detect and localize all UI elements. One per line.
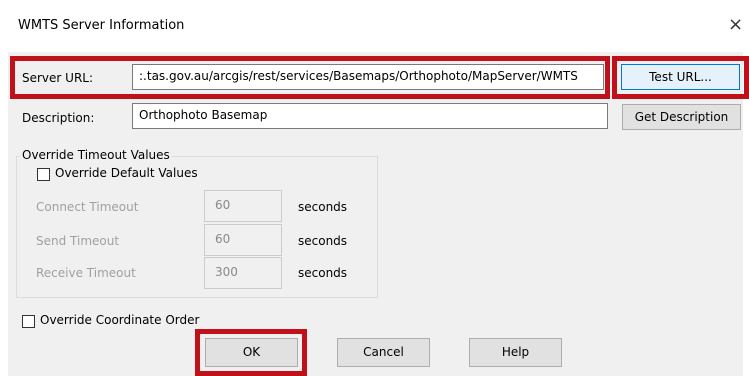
cancel-button[interactable]: Cancel <box>337 338 430 367</box>
send-timeout-input[interactable]: 60 <box>204 224 282 256</box>
send-timeout-label: Send Timeout <box>36 234 120 248</box>
override-default-label: Override Default Values <box>55 166 198 180</box>
test-url-button[interactable]: Test URL... <box>621 64 740 90</box>
description-input[interactable]: Orthophoto Basemap <box>132 103 608 129</box>
help-button[interactable]: Help <box>469 338 562 367</box>
server-url-label: Server URL: <box>22 71 94 85</box>
close-icon[interactable]: × <box>728 14 743 35</box>
get-description-button[interactable]: Get Description <box>622 104 741 130</box>
override-default-checkbox[interactable] <box>37 168 50 181</box>
timeout-group-title: Override Timeout Values <box>20 148 172 162</box>
receive-timeout-unit: seconds <box>298 266 348 280</box>
wmts-server-dialog: WMTS Server Information × Server URL: :.… <box>0 0 749 376</box>
coordinate-order-checkbox[interactable] <box>22 315 35 328</box>
connect-timeout-label: Connect Timeout <box>36 200 139 214</box>
receive-timeout-label: Receive Timeout <box>36 266 136 280</box>
send-timeout-unit: seconds <box>298 234 348 248</box>
receive-timeout-input[interactable]: 300 <box>204 257 282 289</box>
server-url-input[interactable]: :.tas.gov.au/arcgis/rest/services/Basema… <box>132 64 604 90</box>
description-label: Description: <box>22 111 95 125</box>
coordinate-order-label: Override Coordinate Order <box>40 313 200 327</box>
dialog-title: WMTS Server Information <box>18 18 185 33</box>
connect-timeout-unit: seconds <box>298 200 348 214</box>
connect-timeout-input[interactable]: 60 <box>204 190 282 222</box>
ok-button[interactable]: OK <box>205 338 298 367</box>
